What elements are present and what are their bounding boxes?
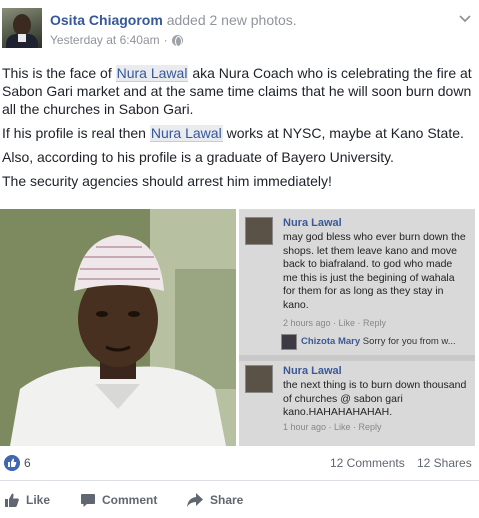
like-label: Like bbox=[26, 493, 51, 507]
commenter-avatar-2 bbox=[245, 365, 273, 393]
post-action-text: added 2 new photos. bbox=[166, 12, 297, 28]
comments-count[interactable]: 12 Comments bbox=[330, 456, 405, 470]
mention-nura-lawal-2[interactable]: Nura Lawal bbox=[149, 125, 223, 142]
comment-2: Nura Lawal the next thing is to burn dow… bbox=[239, 363, 475, 443]
author-avatar[interactable] bbox=[2, 8, 42, 48]
globe-icon[interactable] bbox=[171, 34, 183, 47]
post-timestamp-link[interactable]: Yesterday at 6:40am bbox=[50, 33, 160, 47]
portrait-illustration bbox=[0, 209, 236, 446]
reply-text: Chizota Mary Sorry for you from w... bbox=[301, 336, 456, 347]
post-text: This is the face of Nura Lawal aka Nura … bbox=[2, 64, 476, 196]
like-button[interactable]: Like bbox=[4, 489, 50, 511]
comment-button[interactable]: Comment bbox=[80, 489, 157, 511]
paragraph-4: The security agencies should arrest him … bbox=[2, 173, 332, 189]
post-meta: Yesterday at 6:40am · bbox=[50, 33, 183, 47]
meta-separator: · bbox=[163, 33, 168, 47]
commenter-name-2: Nura Lawal bbox=[283, 365, 342, 377]
share-label: Share bbox=[210, 493, 244, 507]
comment-meta: 2 hours ago · Like · Reply bbox=[283, 318, 387, 328]
share-button[interactable]: Share bbox=[186, 489, 243, 511]
facebook-post: Osita Chiagorom added 2 new photos. Yest… bbox=[0, 0, 479, 518]
paragraph-2: If his profile is real then Nura Lawal w… bbox=[2, 125, 464, 142]
paragraph-1: This is the face of Nura Lawal aka Nura … bbox=[2, 65, 472, 117]
thumbs-up-icon bbox=[5, 493, 19, 507]
mention-nura-lawal[interactable]: Nura Lawal bbox=[115, 65, 189, 82]
chevron-down-icon[interactable] bbox=[458, 12, 472, 26]
screenshot-divider bbox=[239, 355, 475, 361]
post-header: Osita Chiagorom added 2 new photos. bbox=[50, 12, 297, 28]
photo-comments-screenshot[interactable]: Nura Lawal may god bless who ever burn d… bbox=[239, 209, 475, 446]
shares-count[interactable]: 12 Shares bbox=[417, 456, 472, 470]
comment-1: Nura Lawal may god bless who ever burn d… bbox=[239, 215, 475, 335]
paragraph-3: Also, according to his profile is a grad… bbox=[2, 149, 394, 165]
stats-divider bbox=[0, 480, 479, 481]
commenter-avatar bbox=[245, 217, 273, 245]
reply-avatar bbox=[281, 334, 297, 350]
post-stats: 6 12 Comments 12 Shares bbox=[0, 452, 479, 478]
comment-text: may god bless who ever burn down the sho… bbox=[283, 231, 466, 311]
share-icon bbox=[187, 493, 203, 507]
commenter-name: Nura Lawal bbox=[283, 217, 342, 229]
comment-icon bbox=[81, 494, 95, 507]
comment-meta-2: 1 hour ago · Like · Reply bbox=[283, 422, 382, 432]
author-name-link[interactable]: Osita Chiagorom bbox=[50, 12, 163, 28]
reply-1: Chizota Mary Sorry for you from w... bbox=[239, 331, 475, 353]
comment-text-2: the next thing is to burn down thousand … bbox=[283, 379, 467, 418]
like-count[interactable]: 6 bbox=[24, 456, 31, 470]
photo-portrait[interactable] bbox=[0, 209, 236, 446]
like-badge-icon[interactable] bbox=[4, 455, 20, 471]
comment-label: Comment bbox=[102, 493, 158, 507]
